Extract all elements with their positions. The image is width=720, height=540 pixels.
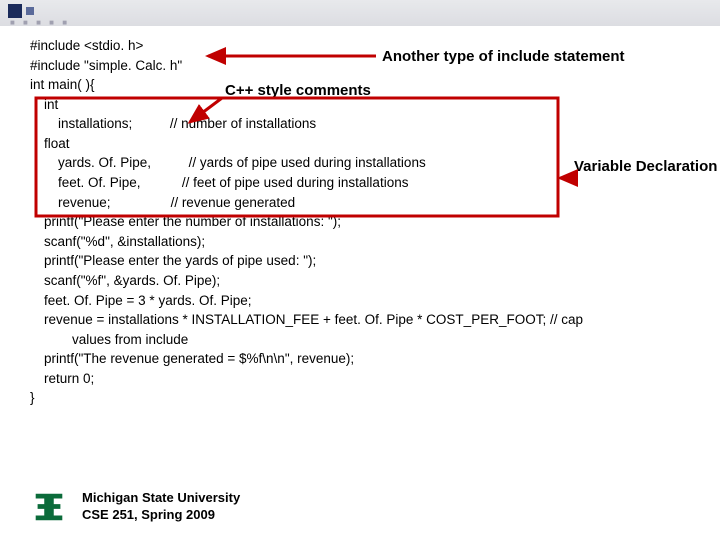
code-line: installations; // number of installation…: [30, 114, 670, 134]
label-include-statement: Another type of include statement: [382, 48, 625, 65]
code-line: revenue; // revenue generated: [30, 193, 670, 213]
decorative-dots: ■ ■ ■ ■ ■: [10, 18, 70, 27]
label-cpp-comments: C++ style comments: [225, 82, 371, 99]
code-line: values from include: [30, 330, 670, 350]
footer-text: Michigan State University CSE 251, Sprin…: [82, 490, 240, 524]
slide-footer: Michigan State University CSE 251, Sprin…: [30, 488, 240, 526]
msu-logo-icon: [30, 488, 68, 526]
code-line: return 0;: [30, 369, 670, 389]
code-line: float: [30, 134, 670, 154]
decorative-squares: [8, 4, 34, 18]
label-variable-declaration: Variable Declaration: [574, 158, 717, 176]
code-line: revenue = installations * INSTALLATION_F…: [30, 310, 670, 330]
footer-university: Michigan State University: [82, 490, 240, 507]
footer-course: CSE 251, Spring 2009: [82, 507, 240, 524]
code-line: printf("Please enter the number of insta…: [30, 212, 670, 232]
code-line: printf("Please enter the yards of pipe u…: [30, 251, 670, 271]
code-line: feet. Of. Pipe = 3 * yards. Of. Pipe;: [30, 291, 670, 311]
code-line: }: [30, 388, 670, 408]
code-line: printf("The revenue generated = $%f\n\n"…: [30, 349, 670, 369]
slide-top-strip: ■ ■ ■ ■ ■: [0, 0, 720, 26]
code-line: scanf("%f", &yards. Of. Pipe);: [30, 271, 670, 291]
code-line: scanf("%d", &installations);: [30, 232, 670, 252]
